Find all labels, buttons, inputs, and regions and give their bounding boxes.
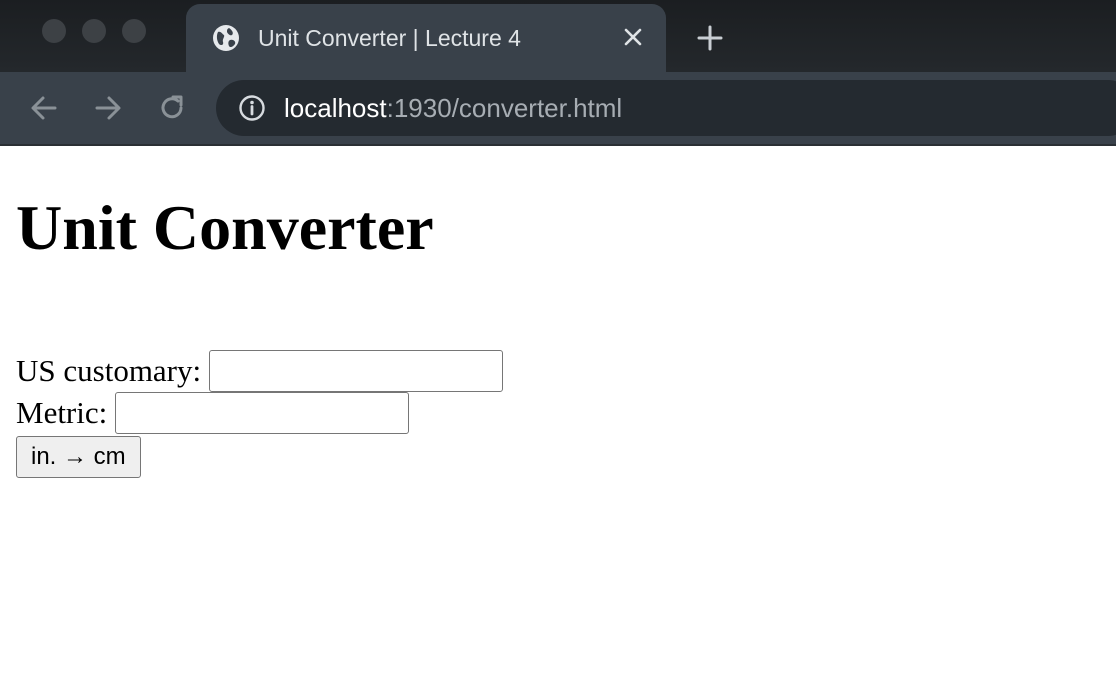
maximize-window-button[interactable] [122,19,146,43]
window-controls [42,19,146,43]
plus-icon[interactable] [696,24,724,52]
tab-title: Unit Converter | Lecture 4 [258,24,521,51]
globe-icon [213,25,239,51]
us-customary-label: US customary: [16,353,202,388]
page-content: Unit Converter US customary: Metric: in.… [0,192,1116,478]
reload-icon[interactable] [156,92,188,124]
arrow-left-icon[interactable] [28,92,60,124]
url-path: :1930/converter.html [386,92,623,123]
us-customary-input[interactable] [209,350,504,392]
browser-tab-active[interactable]: Unit Converter | Lecture 4 [186,4,666,72]
minimize-window-button[interactable] [82,19,106,43]
tab-strip: Unit Converter | Lecture 4 [0,0,1116,72]
browser-toolbar: localhost:1930/converter.html [0,72,1116,146]
info-icon[interactable] [238,94,266,122]
us-customary-row: US customary: [16,350,1100,392]
close-icon[interactable] [620,24,646,50]
metric-label: Metric: [16,395,108,430]
url-host: localhost [284,92,387,123]
arrow-right-icon[interactable] [92,92,124,124]
page-title: Unit Converter [16,192,434,263]
browser-chrome: Unit Converter | Lecture 4 localhost:19… [0,0,1116,146]
metric-input[interactable] [115,392,410,434]
convert-button[interactable]: in. → cm [16,436,141,478]
address-bar[interactable]: localhost:1930/converter.html [216,80,1116,136]
close-window-button[interactable] [42,19,66,43]
metric-row: Metric: [16,392,1100,434]
